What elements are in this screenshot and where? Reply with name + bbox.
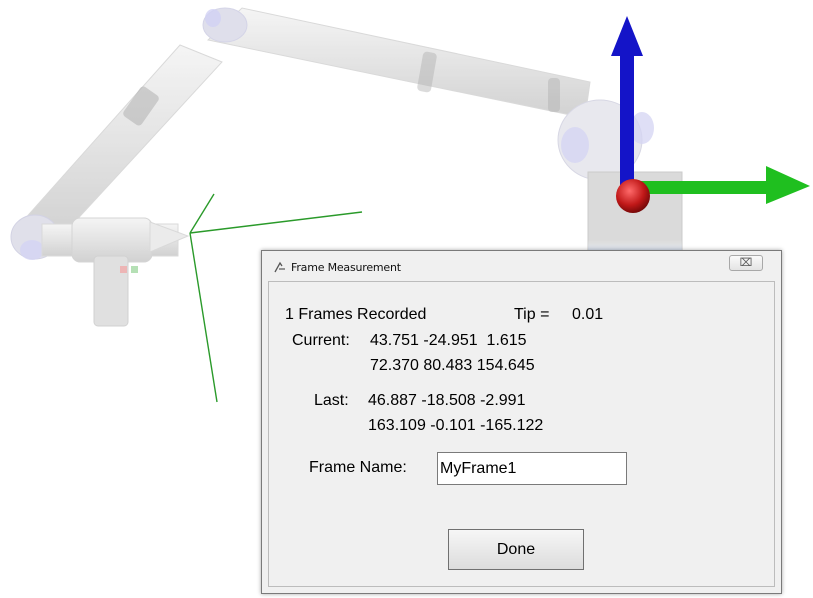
- app-icon: [274, 261, 285, 273]
- current-orientation-values: 72.370 80.483 154.645: [370, 357, 535, 374]
- frame-name-label: Frame Name:: [309, 459, 407, 476]
- dialog-titlebar[interactable]: Frame Measurement ⌧: [262, 251, 781, 281]
- arm-left-segment: [21, 44, 223, 239]
- arm-upper-segment: [206, 7, 591, 119]
- last-label: Last:: [314, 392, 349, 409]
- dialog-title: Frame Measurement: [291, 261, 401, 274]
- frames-recorded-text: 1 Frames Recorded: [285, 306, 427, 323]
- close-icon: ⌧: [739, 257, 753, 269]
- current-position-values: 43.751 -24.951 1.615: [370, 332, 527, 349]
- tip-value: 0.01: [572, 306, 604, 323]
- current-label: Current:: [292, 332, 350, 349]
- x-axis-arrow-shaft: [636, 181, 768, 194]
- frame-name-input[interactable]: [437, 452, 627, 485]
- frame-measurement-dialog: Frame Measurement ⌧ 1 Frames Recorded Ti…: [261, 250, 782, 594]
- origin-sphere: [616, 179, 650, 213]
- z-axis-arrow-shaft: [620, 54, 634, 196]
- dialog-content: 1 Frames Recorded Tip = 0.01 Current: 43…: [268, 281, 775, 587]
- done-button[interactable]: Done: [448, 529, 584, 570]
- last-position-values: 46.887 -18.508 -2.991: [368, 392, 526, 409]
- close-button[interactable]: ⌧: [729, 255, 763, 271]
- tip-label: Tip =: [514, 306, 550, 323]
- x-axis-arrow-head: [766, 166, 810, 204]
- probe-body: [71, 217, 153, 263]
- z-axis-arrow-head: [611, 16, 643, 56]
- last-orientation-values: 163.109 -0.101 -165.122: [368, 417, 544, 434]
